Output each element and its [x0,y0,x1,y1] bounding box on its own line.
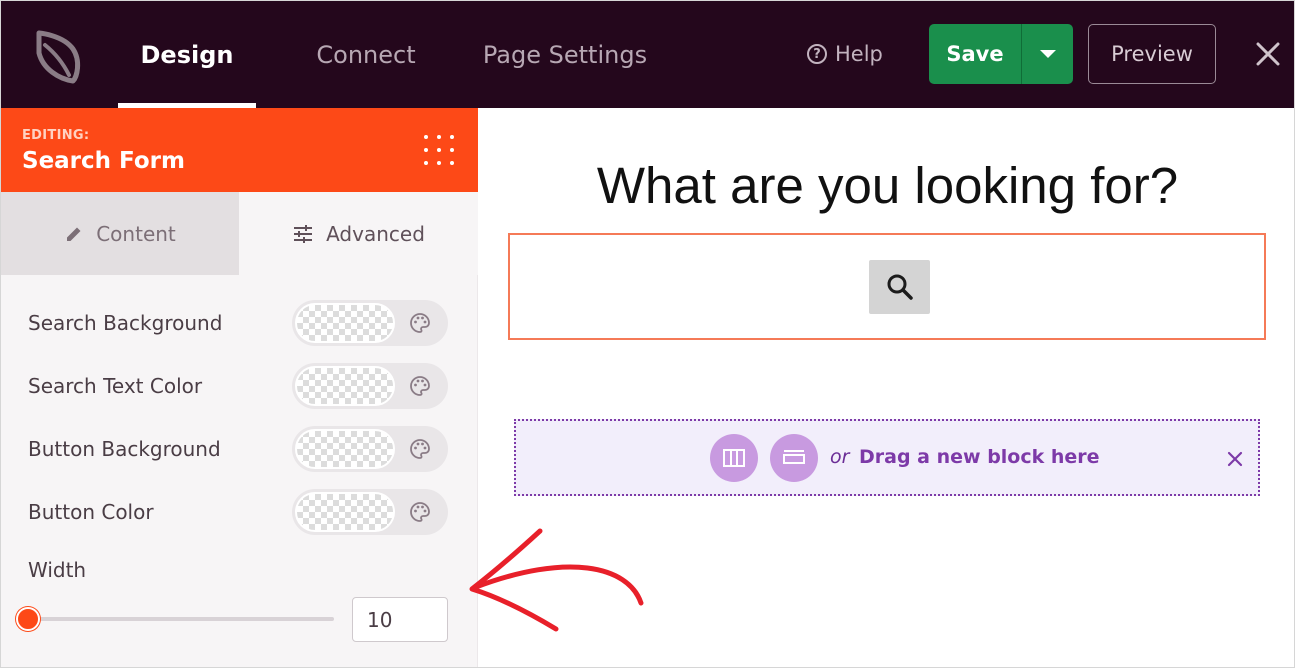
color-swatch[interactable] [295,366,395,406]
color-row: Search Background [28,299,448,347]
save-label: Save [946,42,1004,66]
color-swatch[interactable] [295,303,395,343]
palette-icon[interactable] [409,375,431,397]
drop-or-text: or [830,446,850,468]
tab-content[interactable]: Content [1,192,239,275]
logo-icon[interactable] [29,25,85,85]
color-picker[interactable] [292,363,448,409]
top-bar: Design Connect Page Settings ? Help Save… [1,1,1294,108]
color-row: Search Text Color [28,362,448,410]
tab-connect[interactable]: Connect [306,1,426,108]
color-row: Button Color [28,488,448,536]
save-button-group: Save [929,24,1073,84]
palette-icon[interactable] [409,438,431,460]
save-button[interactable]: Save [929,24,1021,84]
editing-kicker: EDITING: [22,128,90,143]
color-picker[interactable] [292,426,448,472]
preview-button[interactable]: Preview [1088,24,1216,84]
color-picker[interactable] [292,489,448,535]
drop-zone-label: Drag a new block here [859,446,1100,468]
color-row-label: Button Color [28,500,154,524]
width-label: Width [28,558,87,582]
tab-connect-label: Connect [316,40,416,69]
width-slider-track[interactable] [29,617,334,621]
color-row-label: Search Background [28,311,223,335]
save-options-button[interactable] [1021,24,1073,84]
chevron-down-icon [1039,50,1056,58]
pencil-icon [67,227,81,241]
width-input-value: 10 [367,607,393,632]
columns-icon [723,449,745,467]
tab-design[interactable]: Design [118,1,256,108]
help-icon: ? [807,44,827,64]
close-icon[interactable] [1251,37,1285,71]
settings-sidebar: EDITING: Search Form Content Advanced Se… [1,108,478,667]
editing-header: EDITING: Search Form [1,108,478,192]
search-form-block[interactable] [508,233,1266,340]
add-columns-button[interactable] [710,434,758,482]
block-icon [783,450,805,464]
sidebar-tabs: Content Advanced [1,192,478,275]
tab-advanced-label: Advanced [326,221,425,246]
width-slider-thumb[interactable] [16,607,40,631]
close-icon[interactable] [1225,449,1245,469]
editing-title: Search Form [22,148,185,174]
color-row: Button Background [28,425,448,473]
tab-design-label: Design [140,40,234,69]
tab-content-label: Content [96,221,176,246]
search-button[interactable] [869,260,930,314]
app-window: Design Connect Page Settings ? Help Save… [0,0,1295,668]
tab-page-settings[interactable]: Page Settings [476,1,654,108]
sliders-icon [294,224,313,243]
color-swatch[interactable] [295,492,395,532]
tab-page-settings-label: Page Settings [482,40,648,69]
help-link[interactable]: ? Help [807,37,883,71]
search-icon [887,274,913,300]
color-row-label: Button Background [28,437,221,461]
page-headline[interactable]: What are you looking for? [479,156,1294,215]
palette-icon[interactable] [409,312,431,334]
palette-icon[interactable] [409,501,431,523]
drag-handle-icon[interactable] [424,135,454,165]
drop-zone[interactable]: or Drag a new block here [514,419,1260,496]
annotation-arrow-icon [469,528,644,632]
tab-advanced[interactable]: Advanced [239,192,478,275]
add-block-button[interactable] [770,434,818,482]
preview-label: Preview [1111,42,1193,66]
help-label: Help [835,42,883,66]
color-row-label: Search Text Color [28,374,203,398]
width-input[interactable]: 10 [352,597,448,642]
color-swatch[interactable] [295,429,395,469]
color-picker[interactable] [292,300,448,346]
